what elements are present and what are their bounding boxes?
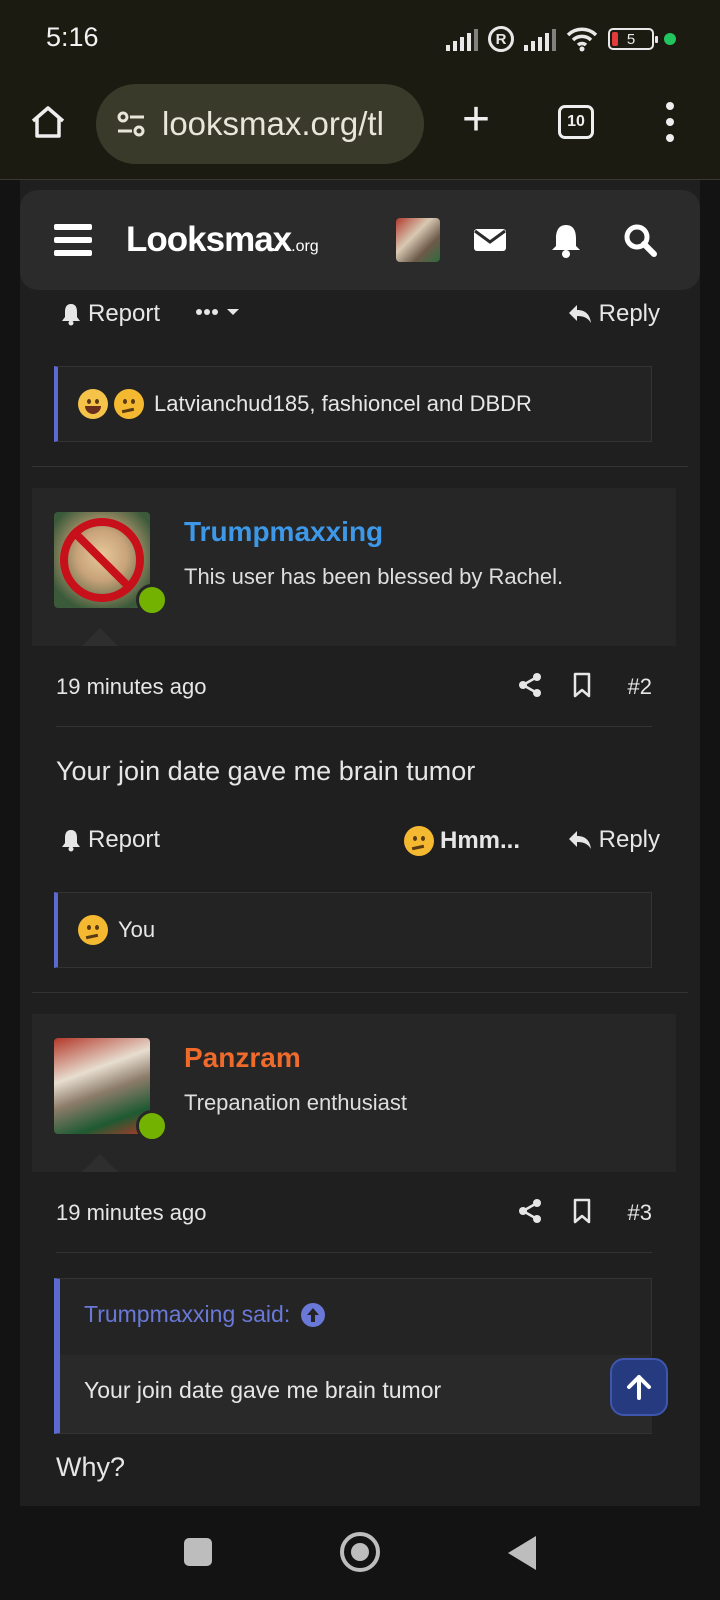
username[interactable]: Panzram (184, 1042, 301, 1074)
post-3-user-block: Panzram Trepanation enthusiast (32, 1014, 676, 1172)
url-text: looksmax.org/tl (162, 105, 384, 142)
forum-page: Looksmax.org Report Reply Latvianchud185… (20, 180, 700, 1506)
more-options-button[interactable] (194, 300, 244, 324)
thinking-emoji-icon (78, 915, 108, 945)
report-label: Report (88, 300, 161, 327)
scroll-to-top-button[interactable] (610, 1358, 668, 1416)
bookmark-icon[interactable] (572, 1198, 592, 1224)
home-icon[interactable] (28, 102, 68, 142)
site-header: Looksmax.org (20, 190, 700, 290)
post-divider (32, 466, 688, 467)
recent-apps-button[interactable] (184, 1538, 212, 1566)
arrow-up-icon (627, 1375, 651, 1400)
back-button[interactable] (508, 1536, 536, 1570)
registered-icon: R (488, 26, 514, 52)
post-time[interactable]: 19 minutes ago (56, 1200, 206, 1226)
reply-button[interactable]: Reply (567, 826, 660, 854)
online-status-icon (136, 1110, 168, 1142)
hamburger-menu-icon[interactable] (54, 224, 92, 256)
share-icon[interactable] (518, 672, 542, 698)
reaction-users: You (118, 917, 156, 942)
post-2-user-block: Trumpmaxxing This user has been blessed … (32, 488, 676, 646)
user-avatar[interactable] (54, 1038, 150, 1134)
post-number[interactable]: #3 (628, 1200, 652, 1226)
arrow-up-circle-icon[interactable] (300, 1302, 326, 1328)
post-2-body: Your join date gave me brain tumor (56, 756, 476, 786)
logo-suffix: .org (291, 238, 319, 255)
quote-author: Trumpmaxxing said: (84, 1301, 291, 1327)
site-logo[interactable]: Looksmax.org (126, 220, 319, 260)
battery-icon: 5 (608, 28, 658, 50)
post-1-actions: Report Reply (60, 300, 660, 340)
user-avatar[interactable] (396, 218, 440, 262)
meta-divider (56, 1252, 652, 1253)
post-time[interactable]: 19 minutes ago (56, 674, 206, 700)
laughing-emoji-icon (78, 389, 108, 419)
mail-icon[interactable] (470, 220, 510, 260)
logo-text: Looksmax (126, 220, 292, 259)
bell-icon (62, 304, 80, 326)
reaction-label: Hmm... (440, 827, 521, 854)
user-avatar[interactable] (54, 512, 150, 608)
status-icons: R 5 (446, 22, 676, 56)
bell-icon (62, 830, 80, 852)
home-button[interactable] (340, 1532, 380, 1572)
address-bar[interactable]: looksmax.org/tl (96, 84, 424, 164)
more-icon (196, 309, 239, 315)
share-icon[interactable] (518, 1198, 542, 1224)
status-bar: 5:16 R 5 (0, 0, 720, 80)
user-title: Trepanation enthusiast (184, 1090, 407, 1115)
online-status-icon (136, 584, 168, 616)
username[interactable]: Trumpmaxxing (184, 516, 383, 548)
thinking-emoji-icon (114, 389, 144, 419)
quote-text: Your join date gave me brain tumor (60, 1355, 652, 1433)
react-button[interactable]: Hmm... (404, 826, 520, 856)
bell-icon[interactable] (546, 220, 586, 260)
site-settings-icon[interactable] (114, 107, 148, 141)
post-2-actions: Report Hmm... Reply (60, 826, 660, 866)
post-3-meta: 19 minutes ago #3 (56, 1192, 652, 1232)
reaction-summary[interactable]: Latvianchud185, fashioncel and DBDR (54, 366, 652, 442)
reply-icon (568, 305, 591, 323)
wifi-icon (566, 27, 598, 52)
status-time: 5:16 (46, 22, 99, 52)
ban-icon (60, 518, 144, 602)
report-label: Report (88, 826, 161, 853)
browser-menu-button[interactable] (663, 102, 677, 142)
signal-icon-2 (524, 27, 556, 51)
post-2-meta: 19 minutes ago #2 (56, 666, 652, 706)
reply-label: Reply (598, 826, 660, 853)
signal-icon (446, 27, 478, 51)
reply-label: Reply (598, 300, 660, 327)
reaction-summary[interactable]: You (54, 892, 652, 968)
report-button[interactable]: Report (60, 826, 160, 854)
user-block-pointer (82, 628, 118, 646)
reply-button[interactable]: Reply (567, 300, 660, 328)
quote-header[interactable]: Trumpmaxxing said: (84, 1301, 326, 1328)
post-number[interactable]: #2 (628, 674, 652, 700)
thinking-emoji-icon (404, 826, 434, 856)
report-button[interactable]: Report (60, 300, 160, 328)
search-icon[interactable] (620, 220, 660, 260)
user-block-pointer (82, 1154, 118, 1172)
bookmark-icon[interactable] (572, 672, 592, 698)
tab-switcher-button[interactable]: 10 (558, 105, 594, 139)
privacy-indicator-icon (664, 33, 676, 45)
quote-block: Trumpmaxxing said: Your join date gave m… (54, 1278, 652, 1434)
system-navigation-bar (0, 1506, 720, 1600)
post-3-body: Why? (56, 1452, 126, 1482)
user-title: This user has been blessed by Rachel. (184, 564, 564, 589)
reaction-users: Latvianchud185, fashioncel and DBDR (154, 391, 532, 416)
browser-toolbar: looksmax.org/tl + 10 (0, 80, 720, 180)
meta-divider (56, 726, 652, 727)
reply-icon (568, 831, 591, 849)
post-divider (32, 992, 688, 993)
new-tab-button[interactable]: + (456, 96, 496, 144)
